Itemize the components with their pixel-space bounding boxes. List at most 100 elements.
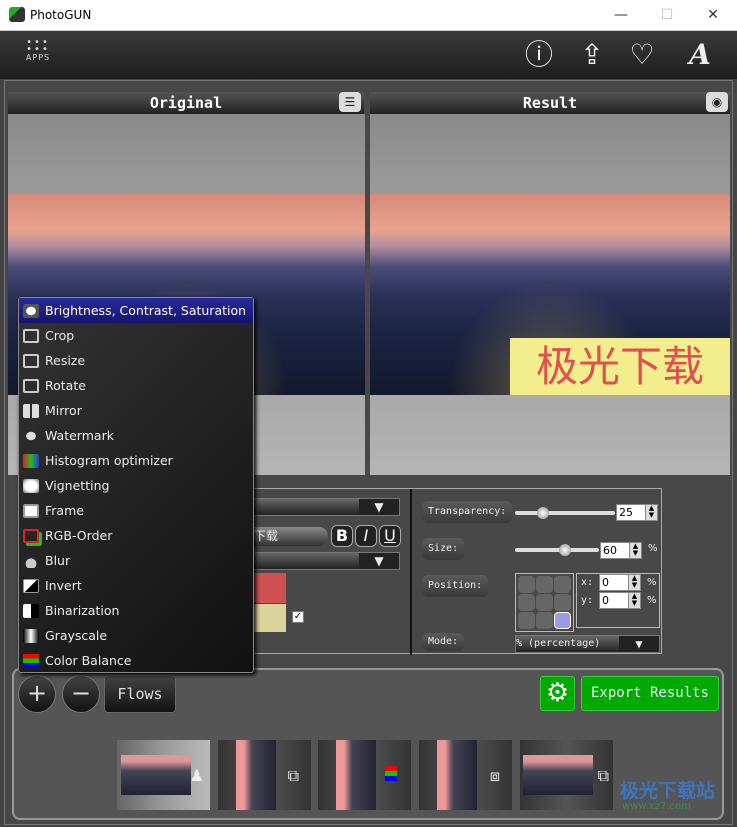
watermark-text-input[interactable]: 下载 bbox=[252, 527, 328, 546]
offset-box: x: 0 ▲ ▼ % y: 0 ▲ ▼ % bbox=[576, 573, 660, 628]
spinner-icon[interactable]: ▲ ▼ bbox=[645, 505, 657, 520]
heart-icon[interactable]: ♡ bbox=[623, 37, 661, 73]
y-value: 0 bbox=[602, 594, 609, 607]
spinner-icon[interactable]: ▲ ▼ bbox=[629, 543, 641, 558]
menu-item-rgb-order[interactable]: RGB-Order bbox=[19, 523, 253, 548]
transparency-input[interactable]: 25 ▲ ▼ bbox=[616, 504, 658, 521]
divider bbox=[410, 489, 412, 655]
minimize-button[interactable]: — bbox=[601, 4, 641, 26]
background-checkbox[interactable]: ✓ bbox=[292, 611, 304, 623]
x-label: x: bbox=[581, 577, 594, 588]
slider-handle[interactable] bbox=[537, 507, 549, 519]
bold-button[interactable]: B bbox=[331, 525, 353, 547]
grayscale-icon bbox=[23, 628, 39, 643]
position-bottom-center[interactable] bbox=[536, 612, 553, 629]
italic-button[interactable]: I bbox=[355, 525, 377, 547]
info-icon[interactable]: ⓘ bbox=[520, 37, 558, 73]
position-top-center[interactable] bbox=[536, 576, 553, 593]
position-label: Position: bbox=[422, 575, 489, 597]
result-header: Result bbox=[370, 92, 730, 114]
add-filter-menu: Brightness, Contrast, Saturation Crop Re… bbox=[18, 297, 254, 673]
app-logo-icon bbox=[9, 7, 25, 22]
underline-button[interactable]: U bbox=[379, 525, 401, 547]
maximize-button[interactable]: ☐ bbox=[647, 4, 687, 26]
font-icon[interactable]: A bbox=[677, 37, 723, 73]
flow-thumbnail-watermark[interactable]: ♟ bbox=[117, 740, 210, 810]
close-button[interactable]: ✕ bbox=[693, 4, 733, 26]
font-dropdown[interactable]: ▼ bbox=[252, 498, 400, 516]
position-top-right[interactable] bbox=[554, 576, 571, 593]
remove-filter-button[interactable]: − bbox=[62, 675, 100, 713]
share-icon[interactable]: ⇪ bbox=[573, 37, 611, 73]
slider-handle[interactable] bbox=[559, 544, 571, 556]
apps-button[interactable]: ••• ••• APPS bbox=[20, 37, 56, 63]
flow-thumbnail-rotate[interactable]: ⧉ bbox=[218, 740, 311, 810]
position-grid bbox=[515, 573, 574, 632]
list-view-icon[interactable]: ☰ bbox=[339, 92, 361, 112]
style-dropdown[interactable]: ▼ bbox=[252, 552, 400, 570]
add-filter-button[interactable]: + bbox=[18, 675, 56, 713]
position-top-left[interactable] bbox=[518, 576, 535, 593]
menu-item-rotate[interactable]: Rotate bbox=[19, 373, 253, 398]
spinner-icon[interactable]: ▲ ▼ bbox=[628, 593, 640, 608]
position-bottom-right[interactable] bbox=[554, 612, 571, 629]
settings-gear-icon[interactable]: ⚙ bbox=[540, 676, 575, 711]
menu-item-color-balance[interactable]: Color Balance bbox=[19, 648, 253, 673]
size-value: 60 bbox=[603, 544, 617, 557]
menu-item-label: Resize bbox=[45, 353, 86, 368]
grid-icon: ••• ••• bbox=[26, 37, 50, 55]
mode-value: % (percentage) bbox=[516, 638, 601, 649]
site-watermark-url: www.xz7.com bbox=[622, 801, 691, 812]
transparency-slider[interactable] bbox=[515, 507, 615, 519]
menu-item-brightness[interactable]: Brightness, Contrast, Saturation bbox=[19, 298, 253, 323]
position-bottom-left[interactable] bbox=[518, 612, 535, 629]
size-unit: % bbox=[648, 543, 658, 554]
menu-item-histogram[interactable]: Histogram optimizer bbox=[19, 448, 253, 473]
y-input[interactable]: 0 ▲ ▼ bbox=[599, 592, 641, 609]
flow-thumbnail-rotate-2[interactable]: ⧉ bbox=[520, 740, 613, 810]
mode-dropdown[interactable]: % (percentage) ▼ bbox=[515, 635, 660, 653]
menu-item-frame[interactable]: Frame bbox=[19, 498, 253, 523]
frame-icon bbox=[23, 503, 39, 518]
menu-item-grayscale[interactable]: Grayscale bbox=[19, 623, 253, 648]
menu-item-vignetting[interactable]: Vignetting bbox=[19, 473, 253, 498]
watermark-icon: ♟ bbox=[189, 766, 204, 785]
flow-thumbnail-rgb-order[interactable] bbox=[318, 740, 411, 810]
eye-icon[interactable]: ◉ bbox=[706, 92, 728, 112]
position-middle-right[interactable] bbox=[554, 594, 571, 611]
menu-item-blur[interactable]: Blur bbox=[19, 548, 253, 573]
menu-item-crop[interactable]: Crop bbox=[19, 323, 253, 348]
x-unit: % bbox=[647, 577, 657, 588]
rotate-icon: ⧉ bbox=[597, 766, 609, 785]
background-color-picker[interactable] bbox=[252, 604, 286, 632]
export-results-button[interactable]: Export Results bbox=[581, 676, 719, 711]
menu-item-invert[interactable]: Invert bbox=[19, 573, 253, 598]
flows-button[interactable]: Flows bbox=[104, 675, 176, 713]
text-color-picker[interactable] bbox=[252, 573, 286, 603]
spinner-icon[interactable]: ▲ ▼ bbox=[628, 575, 640, 590]
menu-item-label: Color Balance bbox=[45, 653, 132, 668]
menu-item-label: Frame bbox=[45, 503, 84, 518]
x-input[interactable]: 0 ▲ ▼ bbox=[599, 574, 641, 591]
transparency-value: 25 bbox=[619, 506, 633, 519]
position-middle-left[interactable] bbox=[518, 594, 535, 611]
x-value: 0 bbox=[602, 576, 609, 589]
result-preview: 极光下载 bbox=[370, 114, 730, 475]
watermark-icon bbox=[23, 428, 39, 443]
chevron-down-icon: ▼ bbox=[619, 636, 659, 652]
menu-item-label: Blur bbox=[45, 553, 71, 568]
position-center[interactable] bbox=[536, 594, 553, 611]
thumbnail-image bbox=[523, 755, 593, 795]
menu-item-watermark[interactable]: Watermark bbox=[19, 423, 253, 448]
size-input[interactable]: 60 ▲ ▼ bbox=[600, 542, 642, 559]
flow-thumbnail-resize[interactable]: ⧈ bbox=[419, 740, 512, 810]
menu-item-binarization[interactable]: Binarization bbox=[19, 598, 253, 623]
rotate-icon: ⧉ bbox=[287, 766, 299, 785]
menu-item-mirror[interactable]: Mirror bbox=[19, 398, 253, 423]
menu-item-label: Watermark bbox=[45, 428, 114, 443]
thumbnail-image bbox=[236, 740, 276, 810]
size-slider[interactable] bbox=[515, 544, 599, 556]
menu-item-label: Vignetting bbox=[45, 478, 110, 493]
menu-item-resize[interactable]: Resize bbox=[19, 348, 253, 373]
thumbnail-image bbox=[437, 740, 477, 810]
